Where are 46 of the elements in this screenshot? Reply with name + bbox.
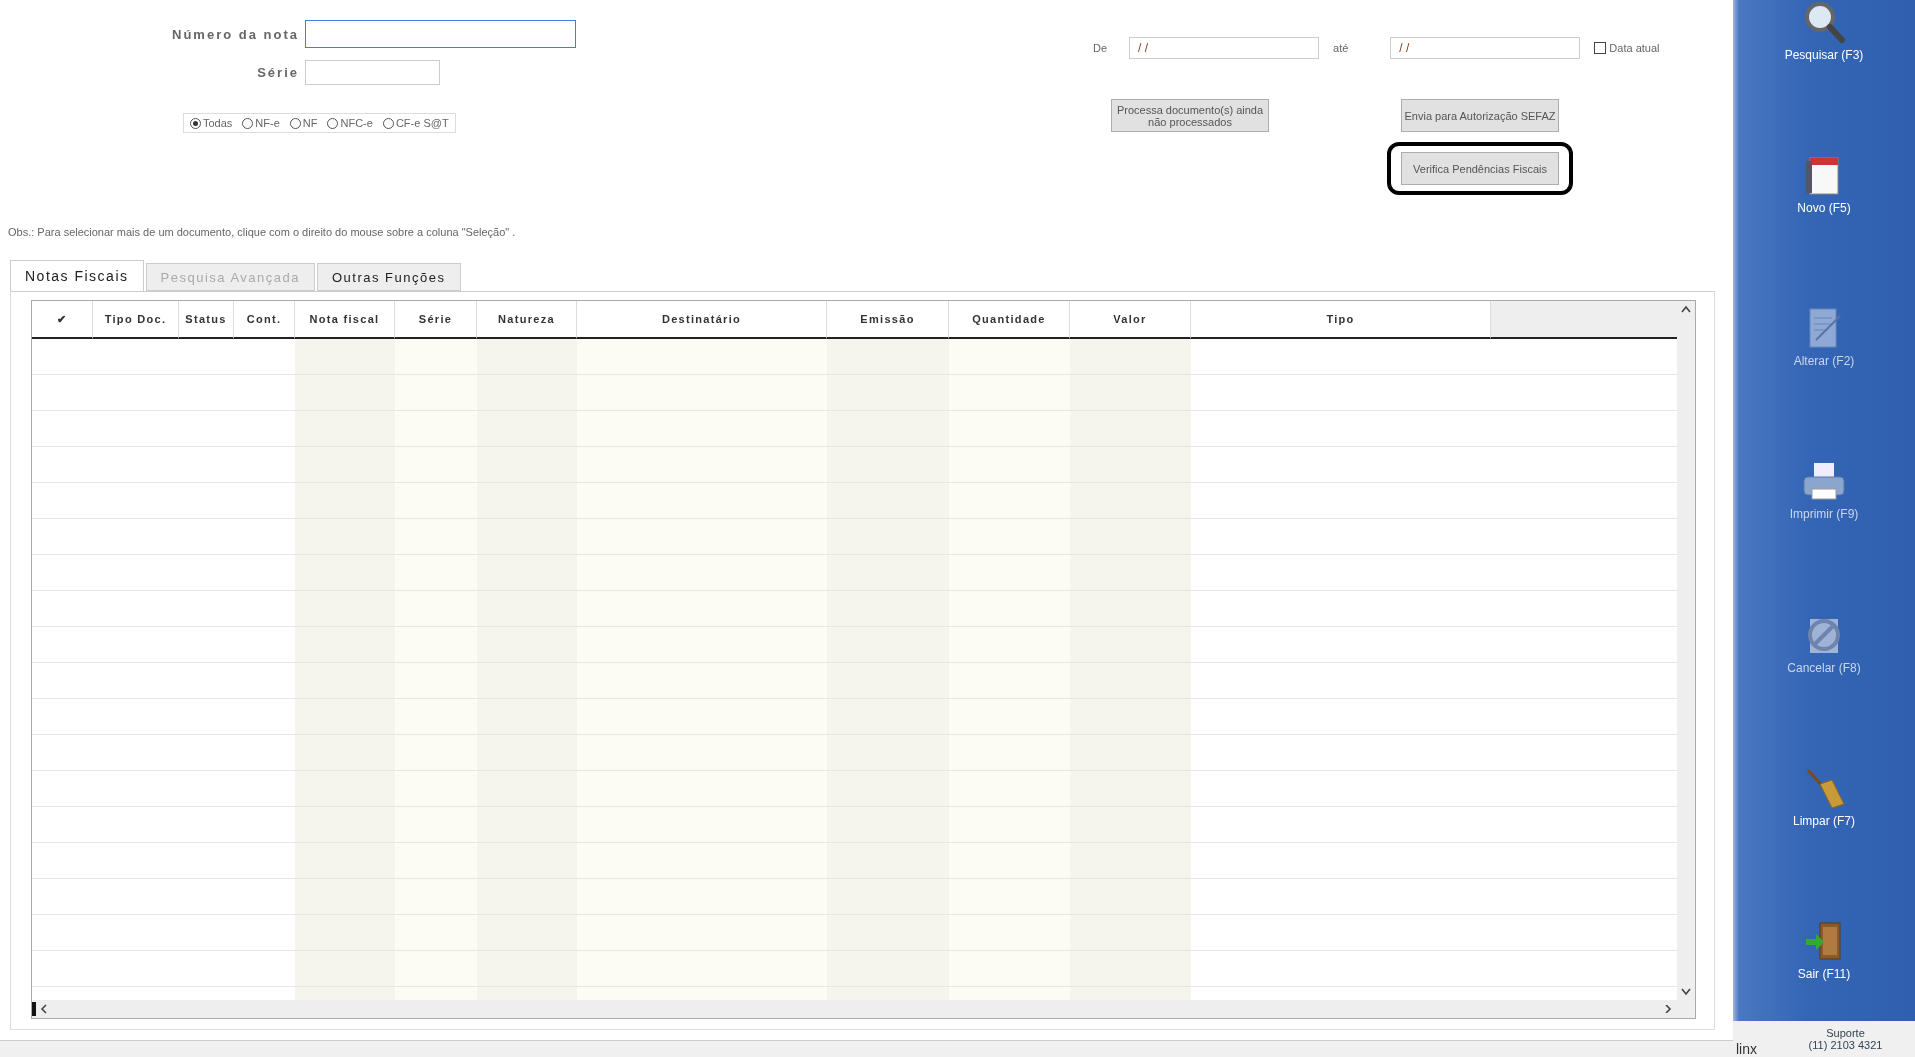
numero-input[interactable] [305, 20, 576, 48]
column-header[interactable]: Série [395, 301, 477, 339]
magnifier-icon [1802, 0, 1846, 44]
support-title: Suporte [1826, 1027, 1865, 1039]
column-header[interactable]: Emissão [827, 301, 949, 339]
horizontal-scrollbar[interactable] [32, 1000, 1695, 1018]
column-header[interactable]: Nota fiscal [295, 301, 395, 339]
document-type-radio[interactable]: NFC-e [327, 117, 373, 129]
column-header[interactable]: Valor [1070, 301, 1191, 339]
tab[interactable]: Notas Fiscais [10, 260, 144, 291]
scroll-right-icon[interactable] [1663, 1005, 1673, 1013]
checkbox[interactable] [1594, 42, 1607, 54]
document-type-radio[interactable]: Todas [190, 117, 233, 129]
toolbar-button[interactable]: Pesquisar (F3) [1733, 0, 1915, 62]
column-header[interactable]: Status [179, 301, 234, 339]
logo-text: linx [1735, 1041, 1758, 1057]
action-button[interactable]: Envia para Autorização SEFAZ [1401, 99, 1559, 132]
toolbar-button[interactable]: Novo (F5) [1733, 153, 1915, 216]
date-to-label: até [1333, 42, 1349, 54]
tab[interactable]: Outras Funções [317, 263, 461, 291]
column-header[interactable]: Cont. [234, 301, 295, 339]
document-type-radio[interactable]: CF-e S@T [382, 117, 449, 129]
date-from-input[interactable]: / / [1129, 37, 1320, 59]
serie-label: Série [256, 65, 299, 80]
document-type-radio[interactable]: NF [289, 117, 318, 129]
date-to-input[interactable]: / / [1390, 37, 1581, 59]
current-date-label: Data atual [1609, 42, 1660, 54]
document-type-radio[interactable]: NF-e [242, 117, 280, 129]
toolbar-button[interactable]: Limpar (F7) [1733, 765, 1915, 828]
column-header[interactable]: Destinatário [577, 301, 827, 339]
date-from-label: De [1093, 42, 1108, 54]
toolbar-button[interactable]: Sair (F11) [1733, 918, 1915, 981]
column-header[interactable]: Tipo Doc. [93, 301, 179, 339]
numero-label: Número da nota [171, 26, 299, 42]
column-header[interactable]: Quantidade [949, 301, 1070, 339]
column-header[interactable]: ✔ [32, 301, 93, 339]
scroll-down-icon[interactable] [1681, 988, 1691, 996]
column-header[interactable]: Tipo [1191, 301, 1491, 339]
serie-input[interactable] [305, 60, 440, 85]
support-phone: (11) 2103 4321 [1808, 1039, 1883, 1051]
column-header[interactable]: Natureza [477, 301, 577, 339]
action-button[interactable]: Processa documento(s) ainda não processados [1111, 99, 1269, 132]
vertical-scrollbar[interactable] [1677, 301, 1695, 1000]
note-text: Obs.: Para selecionar mais de um documento, clique com o direito do mouse sobre a coluna "Seleção" . [8, 226, 517, 238]
scroll-up-icon[interactable] [1681, 305, 1691, 313]
action-button[interactable]: Verifica Pendências Fiscais [1401, 152, 1559, 185]
